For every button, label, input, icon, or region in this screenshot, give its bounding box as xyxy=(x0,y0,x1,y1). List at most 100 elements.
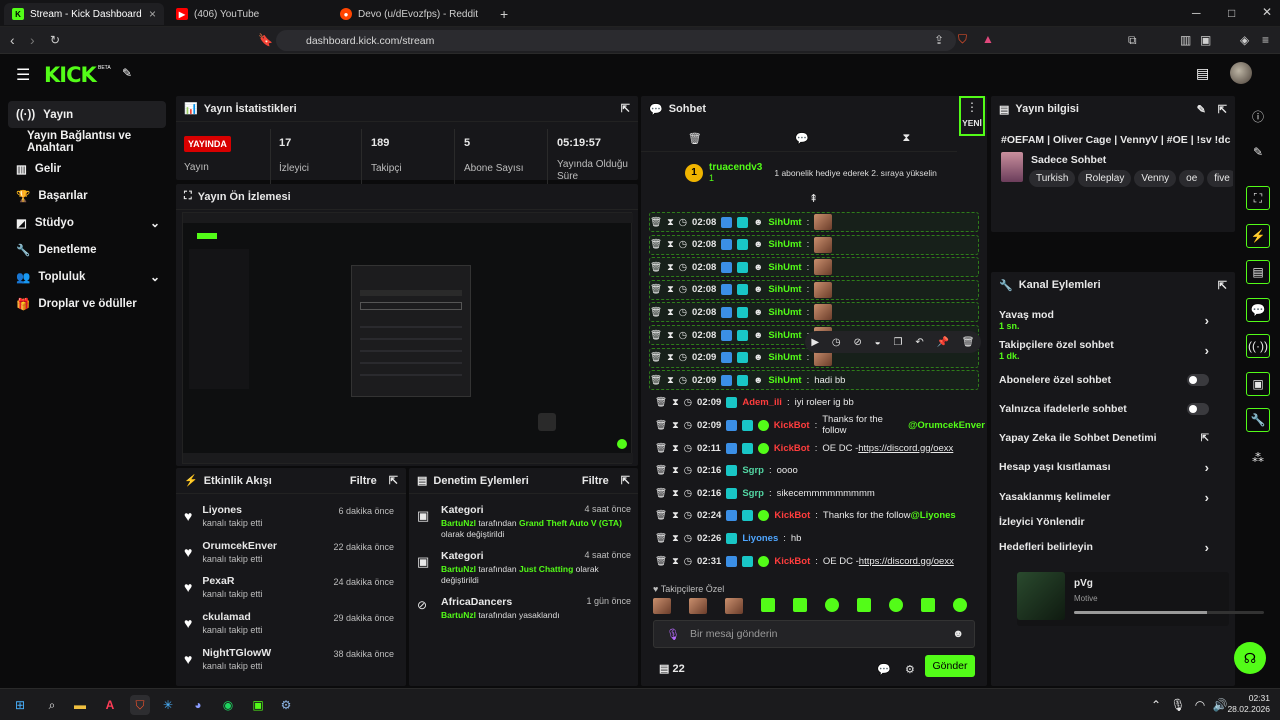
tag[interactable]: Venny xyxy=(1134,170,1177,187)
chat-username[interactable]: Sgrp xyxy=(742,465,764,476)
pin-icon[interactable]: ✎ xyxy=(122,66,132,80)
emote-only-toggle[interactable] xyxy=(1187,403,1209,415)
hourglass-icon[interactable]: ⧗ xyxy=(667,217,674,228)
chat-message[interactable]: 🗑 ⧗ ◷ 02:08 ☻ SihUmt: xyxy=(649,257,979,278)
subscribers-only-toggle[interactable] xyxy=(1187,374,1209,386)
trash-icon[interactable]: 🗑 xyxy=(655,420,667,431)
hourglass-icon[interactable]: ⧗ xyxy=(667,375,674,386)
trash-icon[interactable]: 🗑 xyxy=(650,217,662,228)
hourglass-icon[interactable]: ⧗ xyxy=(667,307,674,318)
close-tab-icon[interactable]: × xyxy=(149,7,156,21)
lightning-icon[interactable]: ⚡ xyxy=(1246,224,1270,248)
chat-message[interactable]: 🗑 ⧗ ◷ 02:31 KickBot: OE DC - https://discord.… xyxy=(655,551,985,571)
forward-icon[interactable]: › xyxy=(30,32,35,48)
emote-icon[interactable] xyxy=(953,598,967,612)
tray-chevron-icon[interactable]: ⌃ xyxy=(1146,695,1166,715)
apps-icon[interactable]: ⁂ xyxy=(1246,446,1270,470)
delete-icon[interactable]: 🗑 xyxy=(962,337,975,348)
chat-message[interactable]: 🗑 ⧗ ◷ 02:11 KickBot: OE DC - https://discord.… xyxy=(655,438,985,458)
microphone-icon[interactable]: 🎙 xyxy=(1168,695,1188,715)
steam-icon[interactable]: ⚙ xyxy=(276,695,296,715)
timeout-icon[interactable]: ◷ xyxy=(679,307,687,318)
trash-icon[interactable]: 🗑 xyxy=(655,533,667,544)
popout-icon[interactable]: ⇱ xyxy=(621,474,630,487)
chat-icon[interactable]: 💬 xyxy=(1246,298,1270,322)
timeout-icon[interactable]: ◷ xyxy=(679,262,687,273)
mention[interactable]: @Liyones xyxy=(911,510,956,521)
tag[interactable]: Roleplay xyxy=(1078,170,1132,187)
network-app-icon[interactable]: ✳ xyxy=(158,695,178,715)
hourglass-icon[interactable]: ⧗ xyxy=(672,465,679,476)
emote-icon[interactable] xyxy=(761,598,775,612)
ban-icon[interactable]: ⊘ xyxy=(853,337,861,348)
emote-icon[interactable] xyxy=(689,598,707,614)
account-age-row[interactable]: Hesap yaşı kısıtlaması › xyxy=(991,453,1221,481)
sidebar-item-studyo[interactable]: ◩ Stüdyo ⌄ xyxy=(0,209,172,236)
emote-icon[interactable] xyxy=(889,598,903,612)
hourglass-icon[interactable]: ⧗ xyxy=(667,330,674,341)
redirect-viewers-row[interactable]: İzleyici Yönlendir xyxy=(991,508,1221,536)
hourglass-icon[interactable]: ⧗ xyxy=(672,556,679,567)
ai-moderation-row[interactable]: Yapay Zeka ile Sohbet Denetimi ⇱ xyxy=(991,424,1221,452)
hourglass-icon[interactable]: ⧗ xyxy=(672,488,679,499)
trash-icon[interactable]: 🗑 xyxy=(655,510,667,521)
tag[interactable]: oe xyxy=(1179,170,1205,187)
spotify-icon[interactable]: ◉ xyxy=(218,695,238,715)
hamburger-menu-icon[interactable]: ☰ xyxy=(16,65,30,85)
edit-icon[interactable]: ✎ xyxy=(1246,140,1270,164)
trash-icon[interactable]: 🗑 xyxy=(655,488,667,499)
filter-button[interactable]: Filtre xyxy=(582,475,609,487)
chat-message[interactable]: 🗑 ⧗ ◷ 02:09 ☻ SihUmt: hadi bb xyxy=(649,370,979,391)
info-icon[interactable]: ⓘ xyxy=(1246,104,1270,128)
wifi-icon[interactable]: ◠ xyxy=(1190,695,1210,715)
chat-username[interactable]: Liyones xyxy=(742,533,778,544)
hourglass-icon[interactable]: ⧗ xyxy=(903,132,911,145)
chat-input[interactable]: 🎙 Bir mesaj gönderin ☻ xyxy=(653,620,975,648)
timeout-icon[interactable]: ◷ xyxy=(684,397,692,408)
back-icon[interactable]: ‹ xyxy=(10,32,15,48)
scroll-to-top-icon[interactable]: ⇞ xyxy=(809,192,818,205)
menu-icon[interactable]: ≡ xyxy=(1262,33,1269,47)
hourglass-icon[interactable]: ⧗ xyxy=(672,443,679,454)
share-icon[interactable]: ⇪ xyxy=(934,33,944,47)
edit-icon[interactable]: ✎ xyxy=(1197,103,1206,116)
trash-icon[interactable]: 🗑 xyxy=(650,262,662,273)
popout-icon[interactable]: ⇱ xyxy=(389,474,398,487)
kick-logo[interactable]: KICK xyxy=(44,63,97,87)
chat-username[interactable]: KickBot xyxy=(774,443,810,454)
brave-rewards-icon[interactable]: ▲ xyxy=(982,32,994,46)
timeout-icon[interactable]: ◷ xyxy=(684,420,692,431)
wrench-icon[interactable]: 🔧 xyxy=(1246,408,1270,432)
trash-icon[interactable]: 🗑 xyxy=(650,330,662,341)
brave-shield-icon[interactable]: ⛉ xyxy=(958,32,967,47)
timeout-icon[interactable]: ◷ xyxy=(679,375,687,386)
hourglass-icon[interactable]: ⧗ xyxy=(667,239,674,250)
followers-only-row[interactable]: Takipçilere özel sohbet 1 dk. › xyxy=(991,336,1221,364)
timeout-icon[interactable]: ◷ xyxy=(684,465,692,476)
hourglass-icon[interactable]: ⧗ xyxy=(667,352,674,363)
maximize-icon[interactable]: □ xyxy=(1228,6,1235,20)
chat-username[interactable]: Adem_ili xyxy=(742,397,782,408)
reload-icon[interactable]: ↻ xyxy=(50,33,60,47)
timeout-icon[interactable]: ◷ xyxy=(679,239,687,250)
chat-bubble-icon[interactable]: 💬 xyxy=(877,663,891,676)
brave-browser-icon[interactable]: ⛉ xyxy=(130,695,150,715)
sidebar-item-denetleme[interactable]: 🔧 Denetleme xyxy=(0,236,172,263)
trash-icon[interactable]: 🗑 xyxy=(688,132,702,145)
emote-icon[interactable] xyxy=(857,598,871,612)
banned-words-row[interactable]: Yasaklanmış kelimeler › xyxy=(991,483,1221,511)
filter-button[interactable]: Filtre xyxy=(350,475,377,487)
minimize-icon[interactable]: ─ xyxy=(1192,6,1201,20)
timeout-icon[interactable]: ◷ xyxy=(684,556,692,567)
hourglass-icon[interactable]: ⧗ xyxy=(667,284,674,295)
trash-icon[interactable]: 🗑 xyxy=(650,239,662,250)
track-progress[interactable] xyxy=(1074,611,1264,614)
timeout-icon[interactable]: ◷ xyxy=(684,510,692,521)
slow-mode-row[interactable]: Yavaş mod 1 sn. › xyxy=(991,306,1221,334)
settings-gear-icon[interactable]: ⚙ xyxy=(905,663,915,676)
url-field[interactable]: dashboard.kick.com/stream xyxy=(276,30,956,51)
extensions-icon[interactable]: ⧉ xyxy=(1128,33,1137,48)
set-goals-row[interactable]: Hedefleri belirleyin › xyxy=(991,533,1221,561)
emote-icon[interactable] xyxy=(825,598,839,612)
sidebar-item-gelir[interactable]: ▥ Gelir xyxy=(0,155,172,182)
